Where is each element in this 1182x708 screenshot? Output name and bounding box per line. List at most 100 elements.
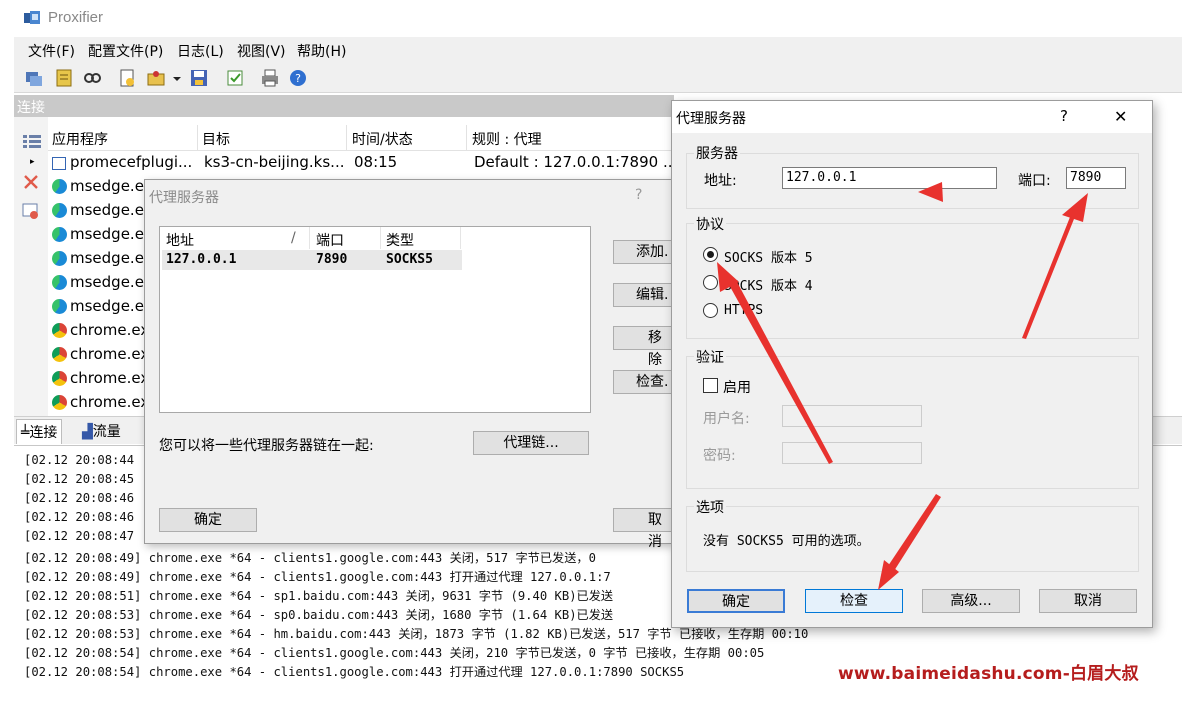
menu-file[interactable]: 文件(F)	[28, 41, 75, 61]
add-button[interactable]: 添加.	[613, 240, 673, 264]
column-separator	[466, 125, 467, 151]
row-app: chrome.ex	[70, 369, 150, 387]
open-profile-icon[interactable]	[146, 68, 166, 88]
column-type[interactable]: 类型	[386, 230, 414, 250]
chrome-icon	[52, 347, 67, 362]
help-icon[interactable]: ?	[288, 68, 308, 88]
cancel-button[interactable]: 取消	[1039, 589, 1137, 613]
log-line: [02.12 20:08:51] chrome.exe *64 - sp1.ba…	[24, 589, 614, 603]
traffic-tab-icon: ▟	[82, 424, 93, 440]
connections-table-header: 应用程序 目标 时间/状态 规则 : 代理	[48, 125, 674, 151]
proxy-server-dialog: 代理服务器 ? ✕ 服务器 地址: 127.0.0.1 端口: 7890 协议 …	[671, 100, 1153, 628]
sort-indicator: /	[291, 230, 296, 246]
column-rule-proxy[interactable]: 规则 : 代理	[472, 129, 542, 149]
socks5-radio[interactable]	[703, 247, 718, 262]
log-line: [02.12 20:08:53] chrome.exe *64 - sp0.ba…	[24, 608, 614, 622]
chrome-icon	[52, 395, 67, 410]
block-icon[interactable]	[22, 202, 40, 224]
list-view-icon[interactable]	[22, 133, 42, 153]
check-button[interactable]: 检查.	[613, 370, 673, 394]
password-field[interactable]	[782, 442, 922, 464]
enable-auth-checkbox[interactable]	[703, 378, 718, 393]
proxifier-app-icon	[24, 10, 42, 26]
save-icon[interactable]	[189, 68, 209, 88]
edge-icon	[52, 299, 67, 314]
socks4-label: SOCKS 版本 4	[724, 279, 813, 294]
dialog-title: 代理服务器	[149, 190, 219, 206]
check-button[interactable]: 检查	[805, 589, 903, 613]
advanced-icon[interactable]	[225, 68, 245, 88]
log-line: [02.12 20:08:45	[24, 472, 135, 486]
https-radio[interactable]	[703, 303, 718, 318]
username-field[interactable]	[782, 405, 922, 427]
help-button[interactable]: ?	[635, 187, 642, 203]
options-text: 没有 SOCKS5 可用的选项。	[703, 534, 870, 549]
socks4-radio[interactable]	[703, 275, 718, 290]
column-application[interactable]: 应用程序	[52, 129, 108, 149]
advanced-button[interactable]: 高级...	[922, 589, 1020, 613]
print-icon[interactable]	[260, 68, 280, 88]
proxy-row[interactable]: 127.0.0.1 7890 SOCKS5	[162, 250, 462, 270]
cancel-button[interactable]: 取消	[613, 508, 673, 550]
rules-icon[interactable]	[54, 68, 74, 88]
connections-icon[interactable]	[24, 68, 44, 88]
proxy-type: SOCKS5	[386, 252, 433, 267]
port-field[interactable]: 7890	[1066, 167, 1126, 189]
svg-text:?: ?	[295, 72, 301, 85]
menu-profile[interactable]: 配置文件(P)	[88, 41, 163, 61]
menu-view[interactable]: 视图(V)	[237, 41, 286, 61]
row-app: msedge.ex	[70, 273, 153, 291]
background-window-edge	[0, 37, 14, 708]
chevron-down-icon[interactable]	[172, 68, 182, 88]
table-row[interactable]: promecefplugi... ks3-cn-beijing.ks... 08…	[48, 151, 677, 175]
edge-icon	[52, 203, 67, 218]
ok-button[interactable]: 确定	[159, 508, 257, 532]
proxy-chain-button[interactable]: 代理链...	[473, 431, 589, 455]
column-separator	[346, 125, 347, 151]
enable-auth-label: 启用	[723, 380, 751, 396]
column-separator	[460, 227, 461, 249]
remove-button[interactable]: 移除	[613, 326, 673, 368]
new-profile-icon[interactable]	[117, 68, 137, 88]
address-label: 地址:	[704, 173, 737, 189]
server-group-label: 服务器	[694, 143, 740, 163]
options-group-label: 选项	[694, 497, 726, 517]
log-line: [02.12 20:08:46	[24, 491, 135, 505]
name-resolution-icon[interactable]	[82, 68, 102, 88]
close-connection-icon[interactable]	[23, 174, 39, 194]
address-field[interactable]: 127.0.0.1	[782, 167, 997, 189]
ok-button[interactable]: 确定	[687, 589, 785, 613]
log-line: [02.12 20:08:47	[24, 529, 135, 543]
edit-button[interactable]: 编辑.	[613, 283, 673, 307]
connections-header: 连接	[14, 95, 674, 117]
row-app: msedge.ex	[70, 249, 153, 267]
row-app: promecefplugi...	[70, 153, 193, 171]
tab-connections[interactable]: ╧连接	[16, 419, 63, 444]
help-button[interactable]: ?	[1060, 107, 1068, 125]
close-icon[interactable]: ✕	[1114, 107, 1127, 126]
log-line: [02.12 20:08:46	[24, 510, 135, 524]
log-line: [02.12 20:08:49] chrome.exe *64 - client…	[24, 570, 611, 584]
column-port[interactable]: 端口	[316, 230, 344, 250]
proxy-address: 127.0.0.1	[166, 252, 237, 267]
column-address[interactable]: 地址	[166, 230, 194, 250]
row-target: ks3-cn-beijing.ks...	[204, 153, 345, 171]
chrome-icon	[52, 323, 67, 338]
proxy-port: 7890	[316, 252, 348, 267]
column-separator	[309, 227, 310, 249]
row-app: chrome.ex	[70, 393, 150, 411]
menu-help[interactable]: 帮助(H)	[297, 41, 346, 61]
log-line: [02.12 20:08:44	[24, 453, 135, 467]
tab-traffic[interactable]: ▟流量	[78, 419, 125, 444]
chevron-right-icon[interactable]: ▸	[30, 157, 35, 167]
row-time: 08:15	[354, 153, 398, 171]
menu-log[interactable]: 日志(L)	[177, 41, 224, 61]
authentication-group-label: 验证	[694, 347, 726, 367]
toolbar: ?	[14, 63, 1182, 93]
log-line: [02.12 20:08:54] chrome.exe *64 - client…	[24, 665, 685, 679]
password-label: 密码:	[703, 448, 736, 464]
column-target[interactable]: 目标	[202, 129, 230, 149]
column-separator	[197, 125, 198, 151]
proxy-list[interactable]: 地址 / 端口 类型 127.0.0.1 7890 SOCKS5	[159, 226, 591, 413]
column-time-status[interactable]: 时间/状态	[352, 129, 413, 149]
